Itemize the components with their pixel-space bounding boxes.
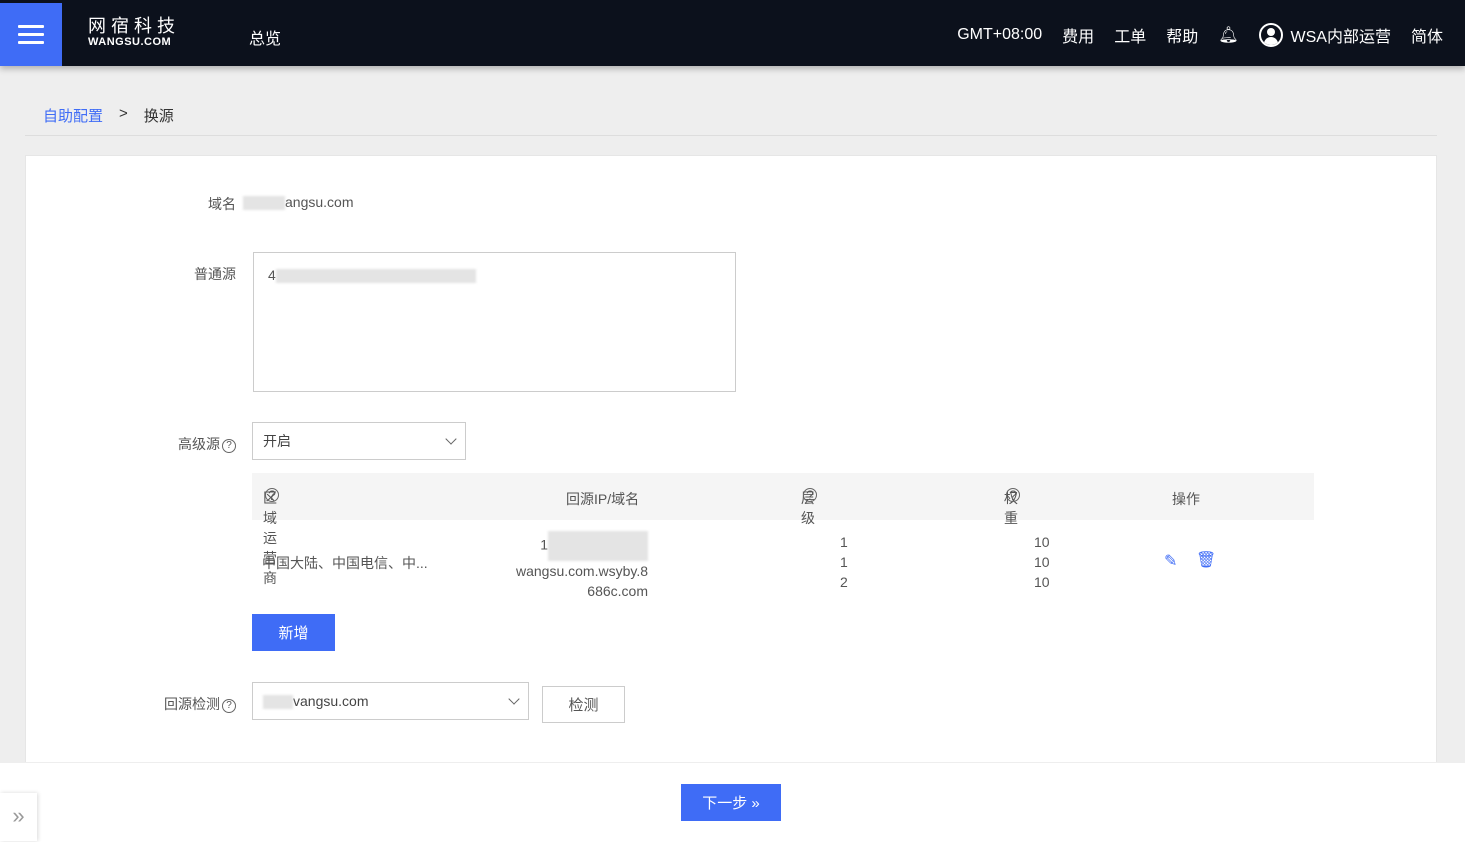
- chevron-down-icon: [445, 433, 457, 445]
- nav-billing[interactable]: 费用: [1062, 23, 1094, 47]
- help-icon: ?: [222, 699, 236, 713]
- advanced-origin-select[interactable]: 开启: [252, 422, 466, 460]
- edit-icon[interactable]: ✎: [1164, 551, 1177, 571]
- breadcrumb-current: 换源: [143, 108, 174, 125]
- origin-check-label: 回源检测?: [164, 694, 236, 714]
- timezone[interactable]: GMT+08:00: [957, 26, 1042, 44]
- help-icon: ?: [265, 488, 279, 502]
- nav-help[interactable]: 帮助: [1166, 23, 1198, 47]
- help-icon: ?: [803, 488, 817, 502]
- user-avatar-icon: [1258, 23, 1283, 47]
- help-icon: ?: [1006, 488, 1020, 502]
- table-header: 区域运营商? 回源IP/域名 层级? 权重? 操作: [252, 473, 1314, 586]
- bell-icon[interactable]: 🔔︎: [1218, 25, 1238, 45]
- top-header: 网宿科技 WANGSU.COM 总览 GMT+08:00 费用 工单 帮助 🔔︎…: [0, 0, 1465, 66]
- logo[interactable]: 网宿科技 WANGSU.COM: [88, 18, 180, 49]
- delete-icon[interactable]: 🗑︎: [1196, 550, 1216, 570]
- origin-check-select[interactable]: vangsu.com: [252, 682, 529, 720]
- footer-bar: » 下一步 »: [0, 762, 1465, 842]
- normal-origin-label: 普通源: [194, 266, 236, 282]
- hamburger-icon: [18, 25, 44, 28]
- advanced-origin-label: 高级源?: [178, 434, 236, 454]
- divider: [25, 135, 1437, 136]
- domain-label: 域名: [208, 196, 236, 212]
- add-button[interactable]: 新增: [252, 614, 335, 651]
- language-switch[interactable]: 简体: [1411, 23, 1443, 47]
- breadcrumb: 自助配置 > 换源: [43, 105, 174, 126]
- chevron-down-icon: [508, 693, 520, 705]
- domain-value: angsu.com: [243, 194, 353, 211]
- next-step-button[interactable]: 下一步 »: [681, 784, 781, 821]
- normal-origin-textarea[interactable]: 4: [253, 252, 736, 392]
- breadcrumb-parent[interactable]: 自助配置: [43, 105, 103, 126]
- check-button[interactable]: 检测: [542, 686, 625, 723]
- user-menu[interactable]: WSA内部运营: [1258, 23, 1391, 47]
- double-chevron-right-icon[interactable]: »: [0, 793, 37, 841]
- help-icon: ?: [222, 439, 236, 453]
- nav-overview[interactable]: 总览: [249, 25, 281, 49]
- nav-ticket[interactable]: 工单: [1114, 23, 1146, 47]
- form-card: 域名 angsu.com 普通源 4 高级源? 开启 区域运营商? 回源IP/域…: [25, 155, 1437, 775]
- menu-button[interactable]: [0, 3, 62, 66]
